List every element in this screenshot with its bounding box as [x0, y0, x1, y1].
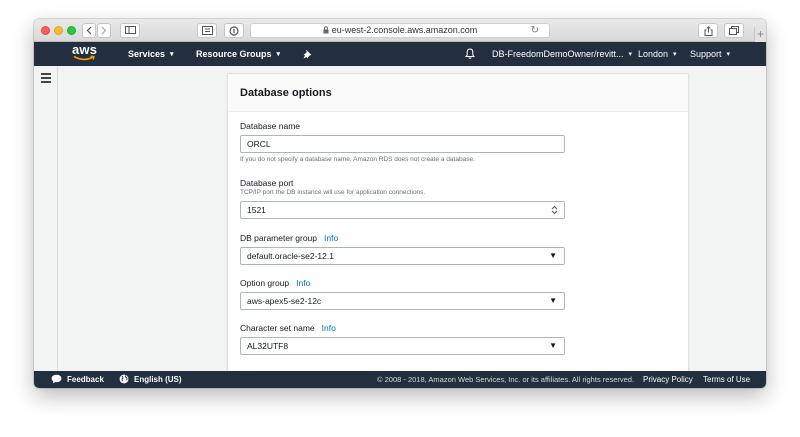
hamburger-menu-icon[interactable] [41, 73, 51, 83]
db-parameter-group-value: default.oracle-se2-12.1 [247, 251, 334, 261]
url-text: eu-west-2.console.aws.amazon.com [331, 25, 478, 35]
services-menu[interactable]: Services ▾ [128, 42, 174, 67]
privacy-icon [229, 26, 239, 36]
stepper-icon[interactable] [551, 205, 558, 215]
pin-icon [303, 49, 312, 59]
reader-icon [201, 26, 213, 35]
option-group-value: aws-apex5-se2-12c [247, 296, 322, 306]
lock-icon [323, 26, 329, 34]
notifications-button[interactable] [464, 48, 476, 61]
character-set-value: AL32UTF8 [247, 341, 289, 351]
caret-down-icon: ▼ [549, 251, 557, 260]
sidebar-button[interactable] [120, 23, 140, 38]
database-name-input[interactable]: ORCL [240, 135, 565, 153]
chevron-down-icon: ▾ [673, 51, 677, 58]
support-menu[interactable]: Support ▾ [690, 42, 730, 67]
globe-icon [119, 374, 129, 384]
account-menu[interactable]: DB-FreedomDemoOwner/revitt... ▾ [492, 42, 632, 67]
reload-icon[interactable]: ↻ [531, 24, 539, 37]
language-selector[interactable]: English (US) [119, 371, 182, 388]
minimize-window-button[interactable] [54, 26, 63, 35]
close-window-button[interactable] [41, 26, 50, 35]
database-name-label: Database name [240, 121, 301, 131]
forward-button[interactable] [97, 23, 111, 38]
option-group-label-text: Option group [240, 278, 290, 288]
db-parameter-group-select[interactable]: default.oracle-se2-12.1 ▼ [240, 247, 565, 265]
back-button[interactable] [82, 23, 96, 38]
side-nav-rail [34, 66, 58, 371]
resource-groups-label: Resource Groups [196, 49, 272, 59]
sidebar-icon [124, 26, 136, 34]
aws-navbar: aws Services ▾ Resource Groups ▾ DB-Freedo… [34, 42, 766, 66]
feedback-button[interactable]: Feedback [51, 371, 104, 388]
region-menu[interactable]: London ▾ [638, 42, 677, 67]
database-port-hint: TCP/IP port the DB instance will use for… [240, 189, 426, 196]
services-label: Services [128, 49, 166, 59]
db-parameter-group-info-link[interactable]: Info [324, 233, 338, 243]
speech-bubble-icon [51, 374, 62, 384]
character-set-label-text: Character set name [240, 323, 315, 333]
database-port-label: Database port [240, 178, 294, 188]
browser-window: eu-west-2.console.aws.amazon.com ↻ + aws… [34, 19, 766, 388]
database-options-panel: Database options Database name ORCL If y… [227, 73, 689, 373]
chevron-down-icon: ▾ [170, 51, 174, 58]
new-tab-icon[interactable]: + [754, 27, 766, 42]
chevron-down-icon: ▾ [726, 51, 731, 58]
database-port-input[interactable]: 1521 [240, 201, 565, 219]
character-set-label: Character set name Info [240, 323, 336, 333]
chevron-down-icon: ▾ [276, 51, 281, 58]
back-icon [86, 26, 92, 35]
region-label: London [638, 49, 669, 59]
bell-icon [464, 48, 476, 59]
option-group-info-link[interactable]: Info [296, 278, 310, 288]
smile-icon [73, 55, 95, 61]
copyright-text: © 2008 - 2018, Amazon Web Services, Inc.… [377, 375, 635, 384]
aws-logo[interactable]: aws [72, 43, 97, 63]
share-icon [704, 26, 712, 36]
db-parameter-group-label: DB parameter group Info [240, 233, 338, 243]
browser-toolbar: eu-west-2.console.aws.amazon.com ↻ + [34, 19, 766, 42]
database-name-value: ORCL [247, 139, 271, 149]
console-footer: Feedback English (US) © 2008 - 2018, Ama… [34, 371, 766, 388]
language-label: English (US) [134, 375, 182, 384]
panel-title: Database options [240, 87, 332, 99]
database-port-value: 1521 [247, 205, 266, 215]
panel-header: Database options [228, 74, 688, 112]
caret-down-icon: ▼ [549, 296, 557, 305]
option-group-label: Option group Info [240, 278, 310, 288]
support-label: Support [690, 49, 722, 59]
tabs-icon [729, 26, 739, 35]
zoom-window-button[interactable] [67, 26, 76, 35]
database-name-hint: If you do not specify a database name, A… [240, 156, 475, 163]
pin-button[interactable] [303, 49, 312, 61]
address-bar[interactable]: eu-west-2.console.aws.amazon.com ↻ [250, 23, 550, 38]
resource-groups-menu[interactable]: Resource Groups ▾ [196, 42, 280, 67]
db-parameter-group-label-text: DB parameter group [240, 233, 318, 243]
privacy-policy-link[interactable]: Privacy Policy [643, 371, 693, 388]
reader-button[interactable] [197, 23, 217, 38]
privacy-button[interactable] [224, 23, 244, 38]
forward-icon [101, 26, 107, 35]
caret-down-icon: ▼ [549, 341, 557, 350]
option-group-select[interactable]: aws-apex5-se2-12c ▼ [240, 292, 565, 310]
account-label: DB-FreedomDemoOwner/revitt... [492, 49, 624, 59]
share-button[interactable] [698, 23, 718, 38]
chevron-down-icon: ▾ [628, 51, 633, 58]
character-set-select[interactable]: AL32UTF8 ▼ [240, 337, 565, 355]
terms-of-use-link[interactable]: Terms of Use [703, 371, 750, 388]
tabs-button[interactable] [724, 23, 744, 38]
character-set-info-link[interactable]: Info [322, 323, 336, 333]
feedback-label: Feedback [67, 375, 104, 384]
